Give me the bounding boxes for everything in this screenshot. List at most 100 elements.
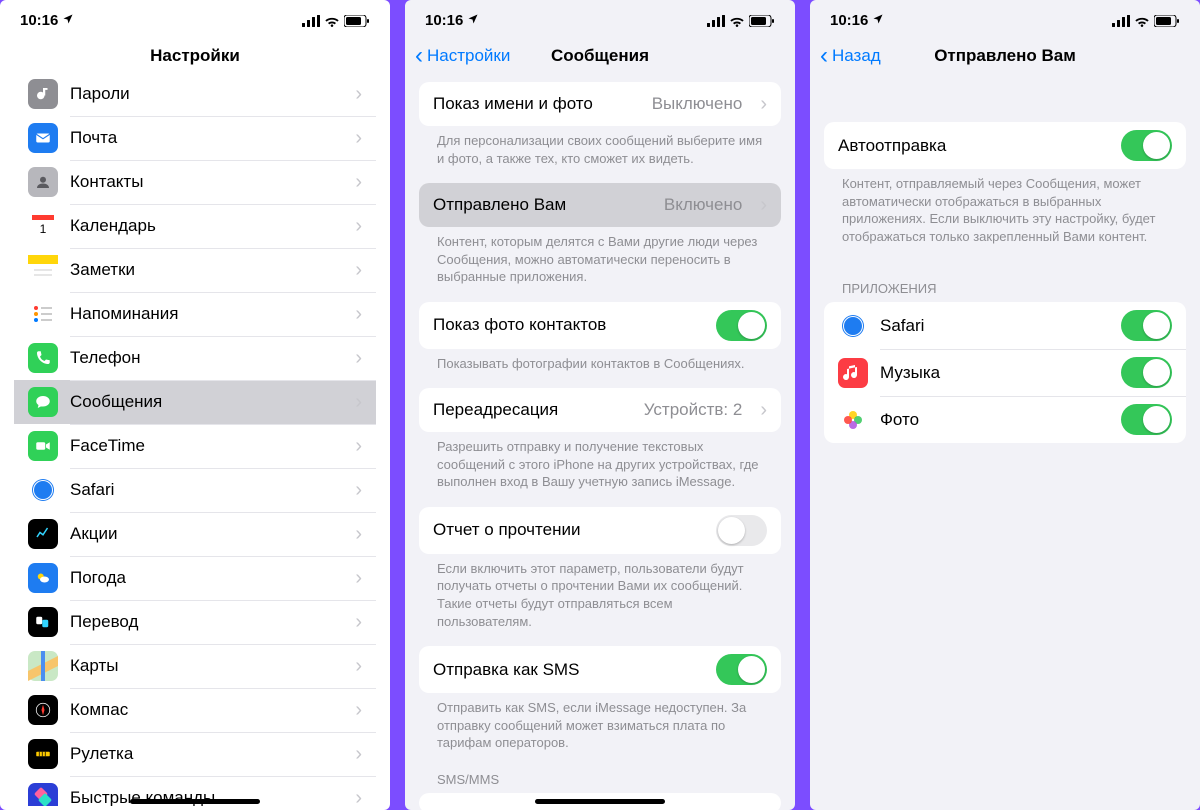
contacts-icon <box>28 167 58 197</box>
settings-row-calendar[interactable]: 1 Календарь › <box>14 204 376 248</box>
safari-icon <box>838 311 868 341</box>
chevron-right-icon: › <box>355 656 362 676</box>
chevron-right-icon: › <box>355 480 362 500</box>
settings-row-safari[interactable]: Safari › <box>14 468 376 512</box>
toggle-switch[interactable] <box>1121 404 1172 435</box>
chevron-right-icon: › <box>355 744 362 764</box>
app-row-music[interactable]: Музыка <box>824 349 1186 396</box>
row-name-and-photo[interactable]: Показ имени и фото Выключено › <box>419 82 781 126</box>
settings-row-phone[interactable]: Телефон › <box>14 336 376 380</box>
settings-row-contacts[interactable]: Контакты› <box>14 160 376 204</box>
settings-list: Пароли›Почта›Контакты›1Календарь›Заметки… <box>14 72 376 806</box>
row-forwarding[interactable]: Переадресация Устройств: 2 › <box>419 388 781 432</box>
back-label: Настройки <box>427 46 510 66</box>
row-label: Музыка <box>880 363 1109 383</box>
app-row-photos[interactable]: Фото <box>824 396 1186 443</box>
chevron-right-icon: › <box>355 304 362 324</box>
row-label: FaceTime <box>70 436 337 456</box>
settings-row-maps[interactable]: Карты › <box>14 644 376 688</box>
row-label: Сообщения <box>70 392 337 412</box>
row-label: Телефон <box>70 348 337 368</box>
settings-row-translate[interactable]: Перевод› <box>14 600 376 644</box>
status-bar: 10:16 <box>405 0 795 36</box>
row-label: Календарь <box>70 216 337 236</box>
row-label: Контакты <box>70 172 337 192</box>
status-bar: 10:16 <box>0 0 390 36</box>
settings-row-compass[interactable]: Компас › <box>14 688 376 732</box>
row-value: Выключено <box>652 94 743 114</box>
page-title: Настройки <box>150 46 240 66</box>
row-label: Карты <box>70 656 337 676</box>
row-label: Автоотправка <box>838 136 1109 156</box>
back-button[interactable]: ‹ Настройки <box>415 44 510 68</box>
chevron-right-icon: › <box>355 348 362 368</box>
row-label: Отправлено Вам <box>433 195 652 215</box>
photos-icon <box>838 405 868 435</box>
safari-icon <box>28 475 58 505</box>
row-label: Отправка как SMS <box>433 660 704 680</box>
row-label: Показ имени и фото <box>433 94 640 114</box>
status-time: 10:16 <box>20 12 58 29</box>
section-header: SMS/MMS <box>419 768 781 793</box>
wifi-icon <box>1134 12 1150 29</box>
battery-icon <box>749 12 775 29</box>
row-auto-send[interactable]: Автоотправка <box>824 122 1186 169</box>
stocks-icon <box>28 519 58 549</box>
row-label: Компас <box>70 700 337 720</box>
chevron-right-icon: › <box>355 700 362 720</box>
settings-row-mail[interactable]: Почта› <box>14 116 376 160</box>
home-indicator <box>130 799 260 804</box>
row-label: Напоминания <box>70 304 337 324</box>
settings-row-measure[interactable]: Рулетка› <box>14 732 376 776</box>
row-label: Фото <box>880 410 1109 430</box>
row-label: Отчет о прочтении <box>433 520 704 540</box>
row-value: Устройств: 2 <box>644 400 743 420</box>
mail-icon <box>28 123 58 153</box>
app-row-safari[interactable]: Safari <box>824 302 1186 349</box>
chevron-right-icon: › <box>355 216 362 236</box>
toggle-switch[interactable] <box>1121 357 1172 388</box>
row-read-receipts[interactable]: Отчет о прочтении <box>419 507 781 554</box>
footer-text: Показывать фотографии контактов в Сообще… <box>419 349 781 389</box>
status-time: 10:16 <box>830 12 868 29</box>
row-label: Заметки <box>70 260 337 280</box>
battery-icon <box>344 12 370 29</box>
toggle-switch[interactable] <box>1121 310 1172 341</box>
row-send-as-sms[interactable]: Отправка как SMS <box>419 646 781 693</box>
svg-text:1: 1 <box>40 222 47 236</box>
row-show-contact-photos[interactable]: Показ фото контактов <box>419 302 781 349</box>
home-indicator <box>535 799 665 804</box>
phone-screenshot-1: 10:16 Настройки Пароли›Почта›Контакты›1К… <box>0 0 390 810</box>
row-label: Показ фото контактов <box>433 315 704 335</box>
shortcuts-icon <box>28 783 58 806</box>
phone-screenshot-3: 10:16 ‹ Назад Отправлено Вам А <box>810 0 1200 810</box>
row-shared-with-you[interactable]: Отправлено Вам Включено › <box>419 183 781 227</box>
settings-row-messages[interactable]: Сообщения› <box>14 380 376 424</box>
toggle-switch[interactable] <box>716 654 767 685</box>
location-icon <box>62 12 74 29</box>
chevron-right-icon: › <box>355 612 362 632</box>
footer-text: Если включить этот параметр, пользовател… <box>419 554 781 646</box>
row-label: Акции <box>70 524 337 544</box>
cellular-icon <box>1112 12 1130 29</box>
toggle-switch[interactable] <box>716 310 767 341</box>
chevron-left-icon: ‹ <box>415 44 423 68</box>
nav-bar: ‹ Назад Отправлено Вам <box>810 36 1200 76</box>
toggle-switch[interactable] <box>716 515 767 546</box>
phone-icon <box>28 343 58 373</box>
settings-row-notes[interactable]: Заметки› <box>14 248 376 292</box>
settings-row-reminders[interactable]: Напоминания › <box>14 292 376 336</box>
settings-row-stocks[interactable]: Акции› <box>14 512 376 556</box>
chevron-right-icon: › <box>760 195 767 215</box>
weather-icon <box>28 563 58 593</box>
row-label: Safari <box>70 480 337 500</box>
settings-row-facetime[interactable]: FaceTime› <box>14 424 376 468</box>
footer-text: Контент, отправляемый через Сообщения, м… <box>824 169 1186 261</box>
settings-row-weather[interactable]: Погода› <box>14 556 376 600</box>
back-button[interactable]: ‹ Назад <box>820 44 881 68</box>
apps-list: Safari Музыка Фото <box>824 302 1186 443</box>
footer-text: Отправить как SMS, если iMessage недосту… <box>419 693 781 768</box>
toggle-switch[interactable] <box>1121 130 1172 161</box>
nav-bar: ‹ Настройки Сообщения <box>405 36 795 76</box>
settings-row-key[interactable]: Пароли› <box>14 72 376 116</box>
